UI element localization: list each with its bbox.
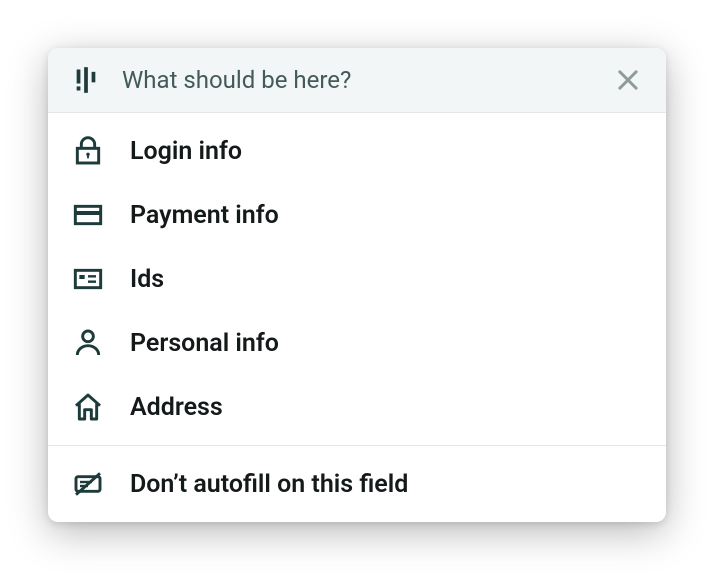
home-icon: [72, 391, 104, 423]
suggestion-list: Login info Payment info Ids: [48, 113, 666, 445]
popup-title: What should be here?: [122, 66, 614, 94]
item-payment-info[interactable]: Payment info: [48, 183, 666, 247]
item-label: Personal info: [130, 329, 279, 358]
close-icon: [614, 66, 642, 94]
item-label: Ids: [130, 265, 164, 294]
item-address[interactable]: Address: [48, 375, 666, 439]
credit-card-icon: [72, 199, 104, 231]
popup-header: What should be here?: [48, 48, 666, 113]
item-ids[interactable]: Ids: [48, 247, 666, 311]
close-button[interactable]: [614, 66, 642, 94]
item-label: Login info: [130, 137, 242, 166]
item-personal-info[interactable]: Personal info: [48, 311, 666, 375]
footer-list: Don’t autofill on this field: [48, 446, 666, 522]
lock-icon: [72, 135, 104, 167]
item-login-info[interactable]: Login info: [48, 119, 666, 183]
item-dont-autofill[interactable]: Don’t autofill on this field: [48, 452, 666, 516]
dashlane-logo-icon: [72, 66, 100, 94]
item-label: Payment info: [130, 201, 279, 230]
item-label: Don’t autofill on this field: [130, 470, 408, 499]
id-card-icon: [72, 263, 104, 295]
no-autofill-icon: [72, 468, 104, 500]
person-icon: [72, 327, 104, 359]
item-label: Address: [130, 393, 223, 422]
autofill-suggestion-popup: What should be here? Login info: [48, 48, 666, 522]
